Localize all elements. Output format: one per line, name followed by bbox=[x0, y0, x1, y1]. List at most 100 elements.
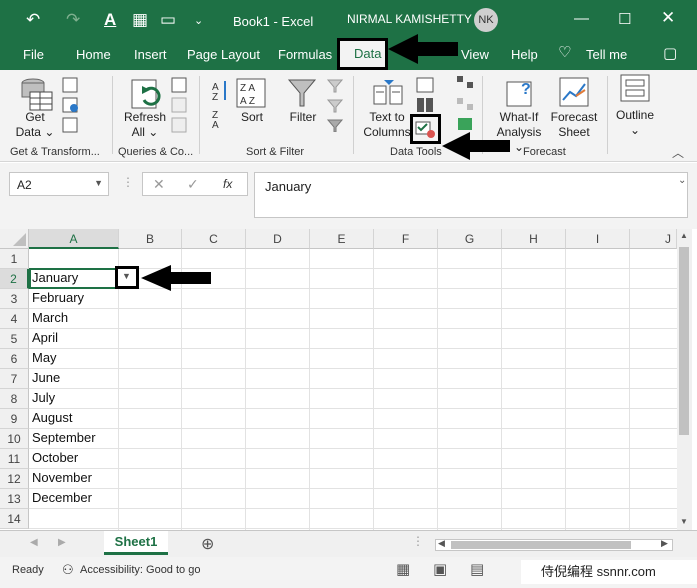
row-header[interactable]: 2 bbox=[0, 269, 29, 289]
from-text-icons[interactable] bbox=[61, 76, 81, 134]
horizontal-scrollbar[interactable] bbox=[435, 539, 673, 551]
cell-a7[interactable]: June bbox=[32, 368, 60, 388]
maximize-icon[interactable]: ☐ bbox=[618, 10, 631, 28]
collapse-ribbon-icon[interactable]: ︿ bbox=[672, 144, 684, 161]
undo-icon[interactable]: ↶ bbox=[26, 10, 40, 30]
row-header[interactable]: 1 bbox=[0, 249, 29, 269]
font-color-icon[interactable]: A bbox=[104, 10, 116, 30]
cell-a13[interactable]: December bbox=[32, 488, 92, 508]
cancel-icon[interactable]: ✕ bbox=[153, 176, 165, 193]
tab-view[interactable]: View bbox=[461, 47, 489, 62]
chevron-down-icon[interactable]: ▼ bbox=[94, 178, 103, 188]
column-header[interactable]: G bbox=[438, 229, 502, 249]
scroll-down-icon[interactable]: ▼ bbox=[680, 517, 688, 526]
accessibility-icon[interactable]: ⚇ bbox=[62, 562, 74, 578]
row-header[interactable]: 9 bbox=[0, 409, 29, 429]
row-header[interactable]: 12 bbox=[0, 469, 29, 489]
cell-a6[interactable]: May bbox=[32, 348, 57, 368]
cell-a10[interactable]: September bbox=[32, 428, 96, 448]
row-header[interactable]: 3 bbox=[0, 289, 29, 309]
row-header[interactable]: 11 bbox=[0, 449, 29, 469]
outline-button[interactable]: Outline ⌄ bbox=[612, 108, 658, 138]
filter-options-icons[interactable] bbox=[326, 76, 346, 132]
row-header[interactable]: 5 bbox=[0, 329, 29, 349]
normal-view-icon[interactable]: ▦ bbox=[396, 560, 410, 578]
cell-a8[interactable]: July bbox=[32, 388, 55, 408]
sort-az-icons[interactable]: A Z Z A bbox=[210, 78, 232, 128]
accessibility-status[interactable]: Accessibility: Good to go bbox=[80, 564, 200, 576]
next-sheet-icon[interactable]: ▶ bbox=[58, 537, 66, 548]
text-to-columns-icon[interactable] bbox=[372, 78, 406, 108]
prev-sheet-icon[interactable]: ◀ bbox=[30, 537, 38, 548]
what-if-analysis-icon[interactable]: ? bbox=[505, 76, 537, 108]
tab-file[interactable]: File bbox=[23, 47, 44, 62]
scroll-left-icon[interactable]: ◀ bbox=[438, 538, 445, 549]
scroll-up-icon[interactable]: ▲ bbox=[680, 231, 688, 240]
row-header[interactable]: 8 bbox=[0, 389, 29, 409]
expand-formula-icon[interactable]: ⌄ bbox=[678, 175, 686, 186]
select-all-button[interactable] bbox=[0, 229, 29, 249]
forecast-sheet-icon[interactable] bbox=[558, 76, 590, 108]
lightbulb-icon[interactable]: ♡ bbox=[558, 43, 571, 61]
user-name[interactable]: NIRMAL KAMISHETTY bbox=[347, 12, 472, 26]
column-header[interactable]: I bbox=[566, 229, 630, 249]
tab-home[interactable]: Home bbox=[76, 47, 111, 62]
get-data-button[interactable]: Get Data ⌄ bbox=[14, 110, 56, 140]
data-tools-icons[interactable] bbox=[455, 74, 475, 130]
tab-help[interactable]: Help bbox=[511, 47, 538, 62]
column-header[interactable]: E bbox=[310, 229, 374, 249]
tab-page-layout[interactable]: Page Layout bbox=[187, 47, 260, 62]
tab-insert[interactable]: Insert bbox=[134, 47, 167, 62]
column-header[interactable]: A bbox=[29, 229, 119, 249]
column-header[interactable]: B bbox=[119, 229, 182, 249]
page-break-view-icon[interactable]: ▤ bbox=[470, 560, 484, 578]
row-header[interactable]: 6 bbox=[0, 349, 29, 369]
cell-a2[interactable]: January bbox=[32, 268, 78, 288]
tab-formulas[interactable]: Formulas bbox=[278, 47, 332, 62]
sheet-tab[interactable]: Sheet1 bbox=[104, 531, 168, 555]
data-validation-button[interactable] bbox=[410, 114, 441, 144]
scroll-right-icon[interactable]: ▶ bbox=[661, 538, 668, 549]
name-box[interactable]: A2 ▼ bbox=[9, 172, 109, 196]
cell-a9[interactable]: August bbox=[32, 408, 72, 428]
refresh-all-icon[interactable] bbox=[130, 76, 164, 112]
outline-icon[interactable] bbox=[620, 74, 650, 102]
close-icon[interactable]: ✕ bbox=[661, 8, 675, 28]
text-to-columns-button[interactable]: Text to Columns bbox=[362, 110, 412, 140]
column-header[interactable]: C bbox=[182, 229, 246, 249]
page-layout-view-icon[interactable]: ▣ bbox=[433, 560, 447, 578]
row-header[interactable]: 10 bbox=[0, 429, 29, 449]
sort-icon[interactable]: Z A A Z bbox=[236, 78, 266, 108]
vertical-scrollbar[interactable]: ▲ ▼ bbox=[677, 229, 692, 530]
flash-fill-icons[interactable] bbox=[415, 76, 437, 116]
enter-icon[interactable]: ✓ bbox=[187, 176, 199, 193]
cell-dropdown-button[interactable]: ▼ bbox=[115, 266, 139, 289]
spreadsheet-grid[interactable]: A B C D E F G H I J 1 2 3 4 5 6 7 8 9 10… bbox=[0, 229, 697, 530]
minimize-icon[interactable]: — bbox=[574, 10, 589, 27]
queries-icons[interactable] bbox=[170, 76, 190, 134]
row-header[interactable]: 14 bbox=[0, 509, 29, 529]
tell-me-label[interactable]: Tell me bbox=[586, 47, 627, 62]
filter-icon[interactable] bbox=[287, 78, 317, 108]
horizontal-scroll-thumb[interactable] bbox=[451, 541, 631, 549]
avatar[interactable]: NK bbox=[474, 8, 498, 32]
column-header[interactable]: F bbox=[374, 229, 438, 249]
vertical-scroll-thumb[interactable] bbox=[679, 247, 689, 435]
formula-input[interactable]: January bbox=[254, 172, 688, 218]
column-header[interactable]: D bbox=[246, 229, 310, 249]
refresh-all-button[interactable]: Refresh All ⌄ bbox=[122, 110, 168, 140]
sort-button[interactable]: Sort bbox=[236, 110, 268, 125]
table-icon[interactable]: ▦ bbox=[132, 10, 148, 30]
cell-a4[interactable]: March bbox=[32, 308, 68, 328]
comment-icon[interactable]: ▢ bbox=[663, 44, 677, 62]
row-header[interactable]: 7 bbox=[0, 369, 29, 389]
row-header[interactable]: 4 bbox=[0, 309, 29, 329]
get-data-icon[interactable] bbox=[20, 76, 54, 112]
column-header[interactable]: H bbox=[502, 229, 566, 249]
cell-a12[interactable]: November bbox=[32, 468, 92, 488]
column-header[interactable]: J bbox=[630, 229, 677, 249]
cell-a11[interactable]: October bbox=[32, 448, 78, 468]
redo-icon[interactable]: ↷ bbox=[66, 10, 80, 30]
cell-a3[interactable]: February bbox=[32, 288, 84, 308]
quick-access-menu-icon[interactable]: ⌄ bbox=[194, 14, 203, 27]
